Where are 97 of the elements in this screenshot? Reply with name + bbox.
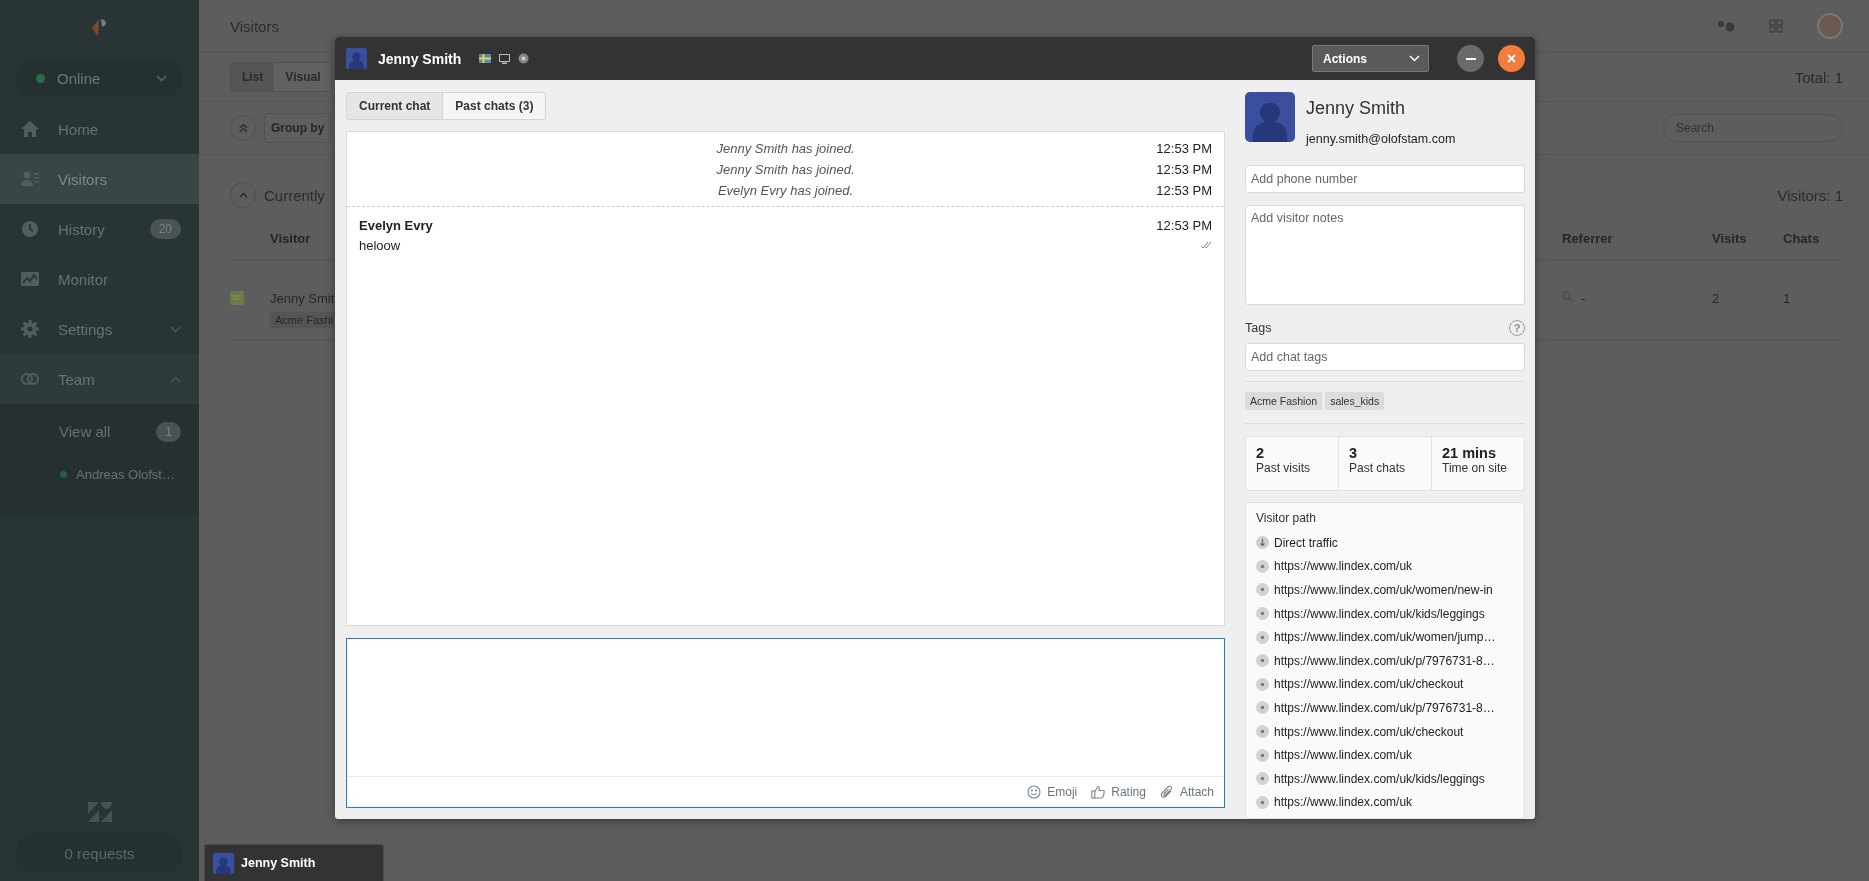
minus-icon bbox=[1465, 57, 1476, 60]
phone-field[interactable]: Add phone number bbox=[1245, 165, 1525, 193]
smiley-icon bbox=[1027, 785, 1042, 799]
taskbar-chat-button[interactable]: Jenny Smith bbox=[204, 844, 384, 881]
page-url: https://www.lindex.com/uk/checkout bbox=[1274, 677, 1464, 692]
page-dot-icon bbox=[1256, 701, 1269, 715]
timestamp: 12:53 PM bbox=[1156, 162, 1212, 177]
stat-value: 2 bbox=[1256, 445, 1266, 461]
nav-item[interactable]: Settings bbox=[0, 304, 199, 354]
avatar-icon bbox=[213, 852, 234, 874]
nav-item[interactable]: Team bbox=[0, 354, 199, 404]
visitors-icon bbox=[20, 169, 40, 189]
sender-name: Evelyn Evry bbox=[359, 217, 433, 233]
home-icon bbox=[20, 119, 40, 139]
avatar[interactable] bbox=[1817, 13, 1843, 39]
chat-tab[interactable]: Current chat bbox=[346, 92, 444, 120]
nav-item[interactable]: Monitor bbox=[0, 254, 199, 304]
timestamp: 12:53 PM bbox=[1156, 183, 1212, 198]
page-dot-icon bbox=[1256, 677, 1269, 691]
system-message: Evelyn Evry has joined. bbox=[717, 183, 854, 198]
tags-field[interactable]: Add chat tags bbox=[1245, 343, 1525, 371]
message-input[interactable]: Emoji Rating Attach bbox=[346, 638, 1225, 808]
stat-label: Past chats bbox=[1349, 461, 1407, 475]
traffic-source: Direct traffic bbox=[1274, 535, 1338, 550]
monitor-icon bbox=[499, 53, 511, 64]
browser-icon bbox=[518, 53, 530, 64]
nav-item[interactable]: Visitors bbox=[0, 154, 199, 204]
flag-icon bbox=[479, 54, 492, 63]
page-url: https://www.lindex.com/uk/kids/leggings bbox=[1274, 606, 1485, 621]
message-text: heloow bbox=[359, 237, 401, 253]
arrow-down-icon bbox=[1256, 536, 1269, 550]
close-button[interactable] bbox=[1498, 45, 1525, 72]
page-dot-icon bbox=[1256, 630, 1269, 644]
window-title: Jenny Smith bbox=[378, 50, 462, 67]
dots-icon[interactable] bbox=[1717, 20, 1735, 32]
status-dropdown[interactable]: Online bbox=[16, 60, 183, 96]
page-dot-icon bbox=[1256, 559, 1269, 573]
page-url: https://www.lindex.com/uk bbox=[1274, 795, 1413, 810]
avatar-icon bbox=[346, 48, 367, 69]
tags-label: Tags bbox=[1245, 321, 1272, 335]
minimize-button[interactable] bbox=[1457, 45, 1484, 72]
paperclip-icon bbox=[1159, 785, 1174, 799]
page-url: https://www.lindex.com/uk/women/new-in bbox=[1274, 583, 1493, 597]
group-by-button[interactable]: Group by bbox=[264, 113, 332, 143]
stat-value: 21 mins bbox=[1442, 445, 1497, 461]
page-dot-icon bbox=[1256, 772, 1269, 786]
toolbar-button[interactable]: Attach bbox=[1159, 785, 1214, 799]
notes-field[interactable]: Add visitor notes bbox=[1245, 205, 1525, 305]
system-message: Jenny Smith has joined. bbox=[716, 141, 855, 156]
system-message: Jenny Smith has joined. bbox=[716, 162, 855, 177]
thumbs-up-icon bbox=[1091, 785, 1106, 799]
page-url: https://www.lindex.com/uk/p/7976731-8… bbox=[1274, 700, 1495, 715]
settings-icon bbox=[20, 319, 40, 339]
page-dot-icon bbox=[1256, 607, 1269, 621]
avatar-icon bbox=[1245, 92, 1295, 142]
page-url: https://www.lindex.com/uk bbox=[1274, 559, 1413, 574]
page-dot-icon bbox=[1256, 725, 1269, 739]
timestamp: 12:53 PM bbox=[1156, 217, 1212, 233]
page-url: https://www.lindex.com/uk/women/jump… bbox=[1274, 630, 1496, 645]
grid-icon[interactable] bbox=[1769, 19, 1783, 33]
visitor-name: Jenny Smith bbox=[1306, 98, 1407, 119]
table-cell: - bbox=[1581, 291, 1586, 306]
chevron-up-icon bbox=[238, 192, 248, 198]
toolbar-button[interactable]: Rating bbox=[1091, 785, 1146, 799]
column-header: Chats bbox=[1783, 231, 1820, 246]
chat-icon bbox=[230, 291, 244, 305]
toolbar-button[interactable]: Emoji bbox=[1027, 785, 1078, 799]
actions-dropdown[interactable]: Actions bbox=[1312, 45, 1429, 72]
page-url: https://www.lindex.com/uk bbox=[1274, 748, 1413, 763]
page-dot-icon bbox=[1256, 583, 1269, 597]
chevron-down-icon bbox=[170, 325, 181, 333]
double-chevron-up-icon bbox=[238, 123, 248, 133]
section-title: Visitor path bbox=[1256, 511, 1317, 527]
close-icon bbox=[1507, 54, 1516, 63]
page-url: https://www.lindex.com/uk/kids/leggings bbox=[1274, 771, 1485, 786]
page-url: https://www.lindex.com/uk/checkout bbox=[1274, 724, 1464, 739]
page-dot-icon bbox=[1256, 795, 1269, 809]
nav-subitem[interactable]: Andreas Olofst… bbox=[0, 453, 199, 496]
clock-icon bbox=[20, 219, 40, 239]
tag: sales_kids bbox=[1325, 392, 1385, 410]
chevron-down-icon bbox=[156, 74, 167, 82]
chevron-down-icon bbox=[1409, 55, 1420, 62]
collapse-button[interactable] bbox=[230, 182, 256, 208]
chevron-up-icon bbox=[170, 375, 181, 383]
stat-value: 3 bbox=[1349, 445, 1359, 461]
page-dot-icon bbox=[1256, 748, 1269, 762]
tag: Acme Fashion bbox=[1245, 392, 1323, 410]
page-url: https://www.lindex.com/uk/p/7976731-8… bbox=[1274, 653, 1495, 668]
chart-icon bbox=[20, 269, 40, 289]
collapse-all-button[interactable] bbox=[230, 115, 256, 141]
page-dot-icon bbox=[1256, 654, 1269, 668]
stat-label: Time on site bbox=[1442, 461, 1508, 475]
chat-tab[interactable]: Past chats (3) bbox=[443, 92, 547, 120]
timestamp: 12:53 PM bbox=[1156, 141, 1212, 156]
stat-label: Past visits bbox=[1256, 461, 1311, 475]
nav-item[interactable]: Home bbox=[0, 104, 199, 154]
visitor-email: jenny.smith@olofstam.com bbox=[1306, 132, 1456, 146]
